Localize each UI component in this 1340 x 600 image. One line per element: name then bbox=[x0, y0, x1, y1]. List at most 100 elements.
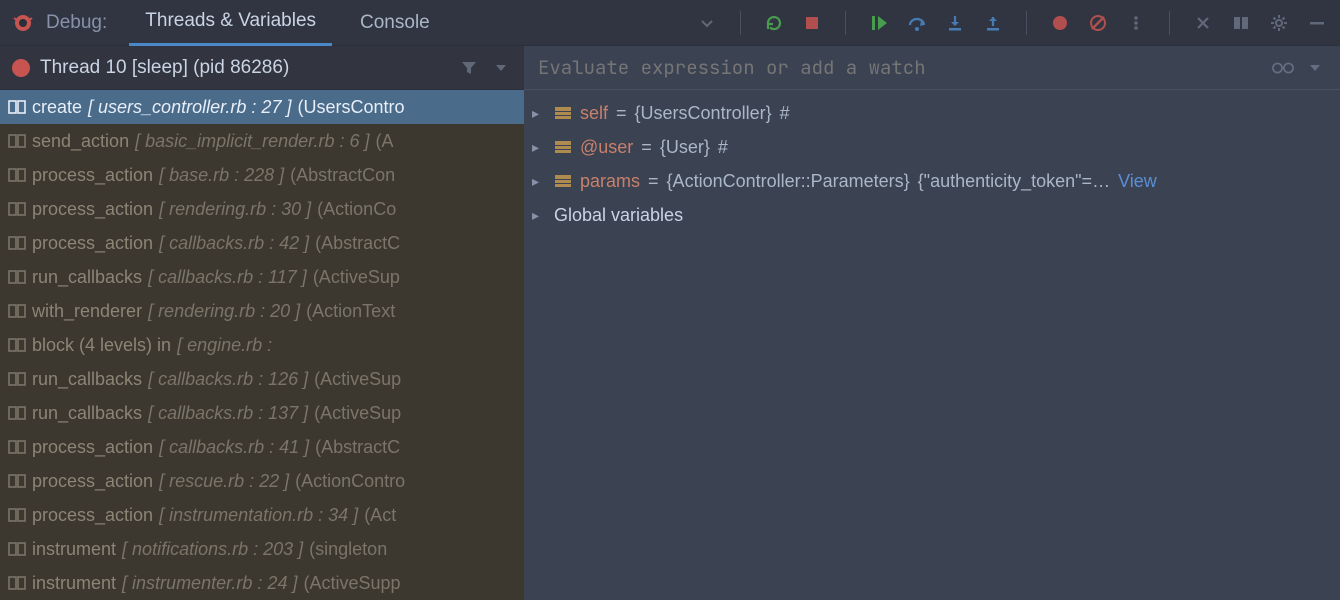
frame-function: process_action bbox=[32, 437, 153, 458]
variable-row[interactable]: ▸self = {UsersController} # bbox=[524, 96, 1340, 130]
object-icon bbox=[554, 106, 572, 120]
variable-name: @user bbox=[580, 137, 633, 158]
stack-frame[interactable]: instrument [ notifications.rb : 203 ] (s… bbox=[0, 532, 524, 566]
tab-threads-variables[interactable]: Threads & Variables bbox=[129, 0, 332, 46]
variable-type: {ActionController::Parameters} bbox=[667, 171, 910, 192]
tab-console[interactable]: Console bbox=[344, 0, 446, 46]
thread-header[interactable]: Thread 10 [sleep] (pid 86286) bbox=[0, 46, 524, 90]
stack-frame[interactable]: process_action [ callbacks.rb : 41 ] (Ab… bbox=[0, 430, 524, 464]
expand-icon[interactable]: ▸ bbox=[532, 105, 546, 122]
glasses-icon[interactable] bbox=[1272, 57, 1294, 79]
frame-location: [ callbacks.rb : 41 ] bbox=[159, 437, 309, 458]
frame-location: [ callbacks.rb : 126 ] bbox=[148, 369, 308, 390]
frame-icon bbox=[8, 440, 26, 454]
frame-function: with_renderer bbox=[32, 301, 142, 322]
chevron-down-icon[interactable] bbox=[696, 12, 718, 34]
frame-location: [ instrumenter.rb : 24 ] bbox=[122, 573, 297, 594]
frame-location: [ engine.rb : bbox=[177, 335, 272, 356]
frame-location: [ users_controller.rb : 27 ] bbox=[88, 97, 291, 118]
stack-frame[interactable]: process_action [ callbacks.rb : 42 ] (Ab… bbox=[0, 226, 524, 260]
minimize-icon[interactable] bbox=[1306, 12, 1328, 34]
frame-location: [ basic_implicit_render.rb : 6 ] bbox=[135, 131, 369, 152]
frame-location: [ callbacks.rb : 137 ] bbox=[148, 403, 308, 424]
frame-function: send_action bbox=[32, 131, 129, 152]
frame-function: process_action bbox=[32, 471, 153, 492]
variable-row[interactable]: ▸@user = {User} # bbox=[524, 130, 1340, 164]
frame-class: (A bbox=[376, 131, 394, 152]
frame-icon bbox=[8, 474, 26, 488]
global-variables-row[interactable]: ▸ Global variables bbox=[524, 198, 1340, 232]
debug-label: Debug: bbox=[46, 12, 117, 34]
gear-icon[interactable] bbox=[1268, 12, 1290, 34]
watch-input[interactable] bbox=[538, 55, 1262, 80]
variable-name: self bbox=[580, 103, 608, 124]
frame-icon bbox=[8, 406, 26, 420]
frame-class: (Act bbox=[364, 505, 396, 526]
frame-function: block (4 levels) in bbox=[32, 335, 171, 356]
frame-class: (AbstractC bbox=[315, 233, 400, 254]
step-over-icon[interactable] bbox=[906, 12, 928, 34]
expand-icon[interactable]: ▸ bbox=[532, 139, 546, 156]
debug-toolbar: Debug: Threads & Variables Console bbox=[0, 0, 1340, 46]
stack-frame[interactable]: run_callbacks [ callbacks.rb : 137 ] (Ac… bbox=[0, 396, 524, 430]
view-link[interactable]: View bbox=[1118, 171, 1157, 192]
stack-frame[interactable]: process_action [ rescue.rb : 22 ] (Actio… bbox=[0, 464, 524, 498]
chevron-down-icon[interactable] bbox=[490, 57, 512, 79]
step-into-icon[interactable] bbox=[944, 12, 966, 34]
expand-icon[interactable]: ▸ bbox=[532, 207, 546, 224]
frame-class: (ActionCo bbox=[317, 199, 396, 220]
variables-panel: ▸self = {UsersController} #▸@user = {Use… bbox=[524, 46, 1340, 600]
mute-breakpoints-icon[interactable] bbox=[1087, 12, 1109, 34]
frame-location: [ rescue.rb : 22 ] bbox=[159, 471, 289, 492]
rerun-icon[interactable] bbox=[763, 12, 785, 34]
frame-location: [ base.rb : 228 ] bbox=[159, 165, 284, 186]
stack-frame[interactable]: block (4 levels) in [ engine.rb : bbox=[0, 328, 524, 362]
stack-frame[interactable]: send_action [ basic_implicit_render.rb :… bbox=[0, 124, 524, 158]
frames-panel: Thread 10 [sleep] (pid 86286) create [ u… bbox=[0, 46, 524, 600]
stack-frame[interactable]: instrument [ instrumenter.rb : 24 ] (Act… bbox=[0, 566, 524, 600]
stack-frame[interactable]: create [ users_controller.rb : 27 ] (Use… bbox=[0, 90, 524, 124]
frames-list: create [ users_controller.rb : 27 ] (Use… bbox=[0, 90, 524, 600]
stack-frame[interactable]: process_action [ rendering.rb : 30 ] (Ac… bbox=[0, 192, 524, 226]
object-icon bbox=[554, 174, 572, 188]
frame-class: (ActiveSup bbox=[314, 403, 401, 424]
frame-class: (singleton bbox=[309, 539, 387, 560]
stop-icon[interactable] bbox=[801, 12, 823, 34]
variable-row[interactable]: ▸params = {ActionController::Parameters}… bbox=[524, 164, 1340, 198]
more-icon[interactable] bbox=[1125, 12, 1147, 34]
stack-frame[interactable]: run_callbacks [ callbacks.rb : 117 ] (Ac… bbox=[0, 260, 524, 294]
stack-frame[interactable]: run_callbacks [ callbacks.rb : 126 ] (Ac… bbox=[0, 362, 524, 396]
frame-class: (ActionContro bbox=[295, 471, 405, 492]
frame-function: run_callbacks bbox=[32, 267, 142, 288]
close-icon[interactable] bbox=[1192, 12, 1214, 34]
resume-icon[interactable] bbox=[868, 12, 890, 34]
frame-location: [ instrumentation.rb : 34 ] bbox=[159, 505, 358, 526]
frame-function: instrument bbox=[32, 573, 116, 594]
main-split: Thread 10 [sleep] (pid 86286) create [ u… bbox=[0, 46, 1340, 600]
filter-icon[interactable] bbox=[458, 57, 480, 79]
expand-icon[interactable]: ▸ bbox=[532, 173, 546, 190]
frame-icon bbox=[8, 134, 26, 148]
step-out-icon[interactable] bbox=[982, 12, 1004, 34]
frame-function: run_callbacks bbox=[32, 403, 142, 424]
stack-frame[interactable]: process_action [ base.rb : 228 ] (Abstra… bbox=[0, 158, 524, 192]
chevron-down-icon[interactable] bbox=[1304, 57, 1326, 79]
layout-icon[interactable] bbox=[1230, 12, 1252, 34]
object-icon bbox=[554, 140, 572, 154]
watch-bar bbox=[524, 46, 1340, 90]
thread-title: Thread 10 [sleep] (pid 86286) bbox=[40, 57, 448, 79]
stack-frame[interactable]: with_renderer [ rendering.rb : 20 ] (Act… bbox=[0, 294, 524, 328]
global-variables-label: Global variables bbox=[554, 205, 683, 226]
variable-value: # bbox=[780, 103, 790, 124]
frame-function: process_action bbox=[32, 199, 153, 220]
variable-type: {UsersController} bbox=[635, 103, 772, 124]
frame-class: (ActionText bbox=[306, 301, 395, 322]
frame-class: (AbstractC bbox=[315, 437, 400, 458]
variable-type: {User} bbox=[660, 137, 710, 158]
variable-value: {"authenticity_token"=… bbox=[918, 171, 1110, 192]
frame-class: (AbstractCon bbox=[290, 165, 395, 186]
view-breakpoints-icon[interactable] bbox=[1049, 12, 1071, 34]
frame-icon bbox=[8, 372, 26, 386]
stack-frame[interactable]: process_action [ instrumentation.rb : 34… bbox=[0, 498, 524, 532]
variables-list: ▸self = {UsersController} #▸@user = {Use… bbox=[524, 90, 1340, 238]
